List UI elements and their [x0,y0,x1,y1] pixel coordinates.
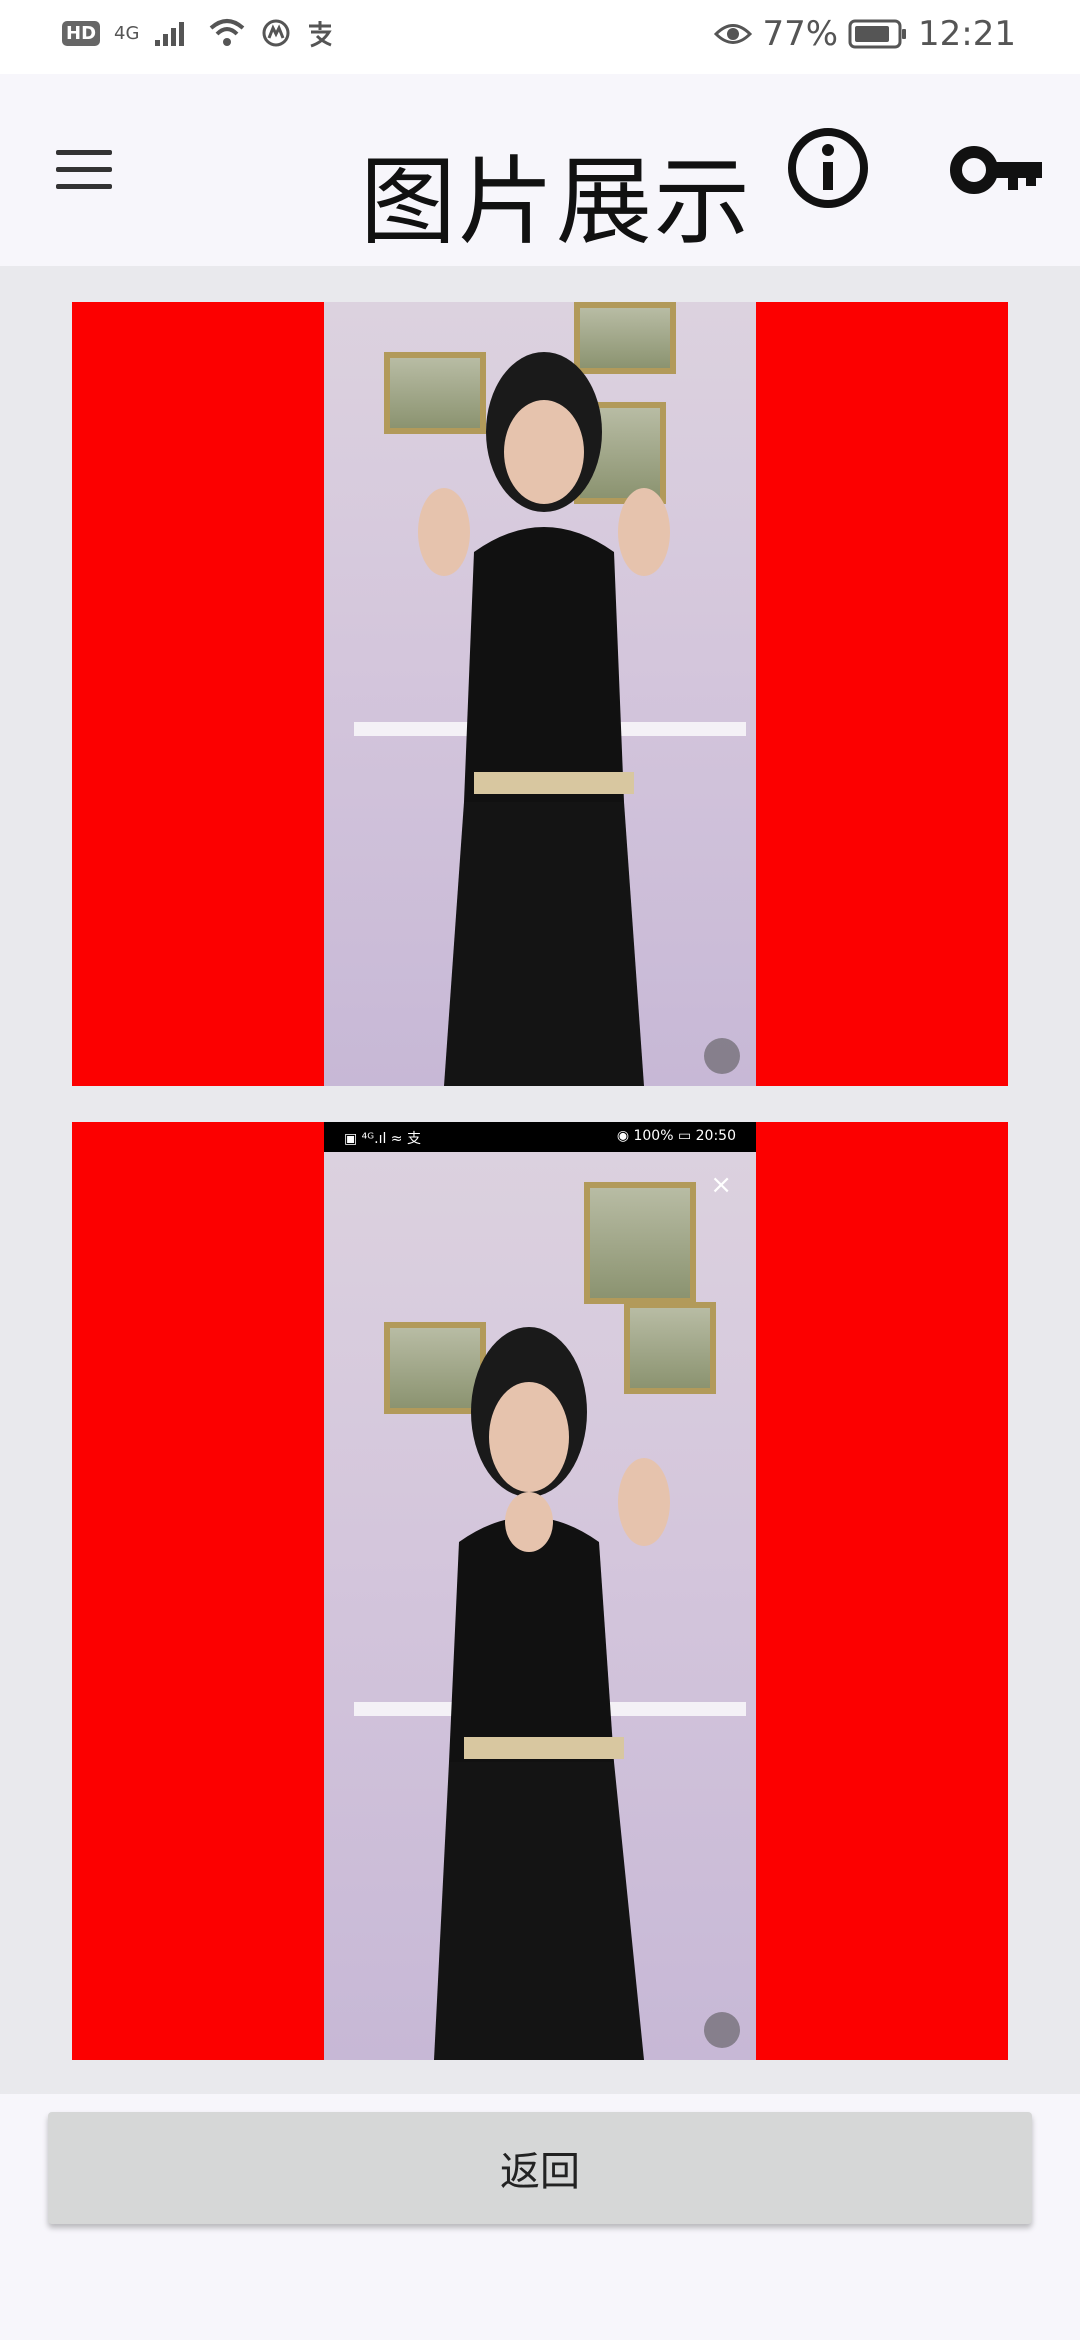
footer: 返回 [0,2094,1080,2340]
signal-icon [155,22,185,46]
mini-action-icon[interactable] [704,1038,740,1074]
status-left: HD 4G [62,18,335,48]
app-toolbar: 图片展示 [0,74,1080,266]
status-right: 77% 12:21 [714,14,1016,54]
photo-woman-black-jumpsuit [324,302,756,1086]
network-type: 4G [114,22,140,44]
mobile-carrier-icon [262,19,290,47]
image-list: ▣ ⁴ᴳ.ıl ≈ 支 ◉ 100% ▭ 20:50 × [0,266,1080,2094]
clock: 12:21 [918,14,1016,54]
image-card-2[interactable]: ▣ ⁴ᴳ.ıl ≈ 支 ◉ 100% ▭ 20:50 × [72,1122,1008,2060]
menu-icon[interactable] [56,150,112,194]
photo-woman-screenshot: ▣ ⁴ᴳ.ıl ≈ 支 ◉ 100% ▭ 20:50 × [324,1122,756,2060]
battery-percent: 77% [762,14,839,54]
page-title: 图片展示 [360,146,752,258]
status-bar: HD 4G 77% 12:21 [0,0,1080,74]
key-icon[interactable] [950,142,1042,198]
battery-icon [848,19,907,49]
alipay-icon [309,21,333,48]
hd-badge: HD [62,20,101,46]
eye-icon [714,24,753,44]
mini-action-icon[interactable] [704,2012,740,2048]
wifi-icon [210,19,245,46]
info-icon[interactable] [786,126,870,210]
back-button[interactable]: 返回 [48,2112,1032,2224]
image-card-1[interactable] [72,302,1008,1086]
